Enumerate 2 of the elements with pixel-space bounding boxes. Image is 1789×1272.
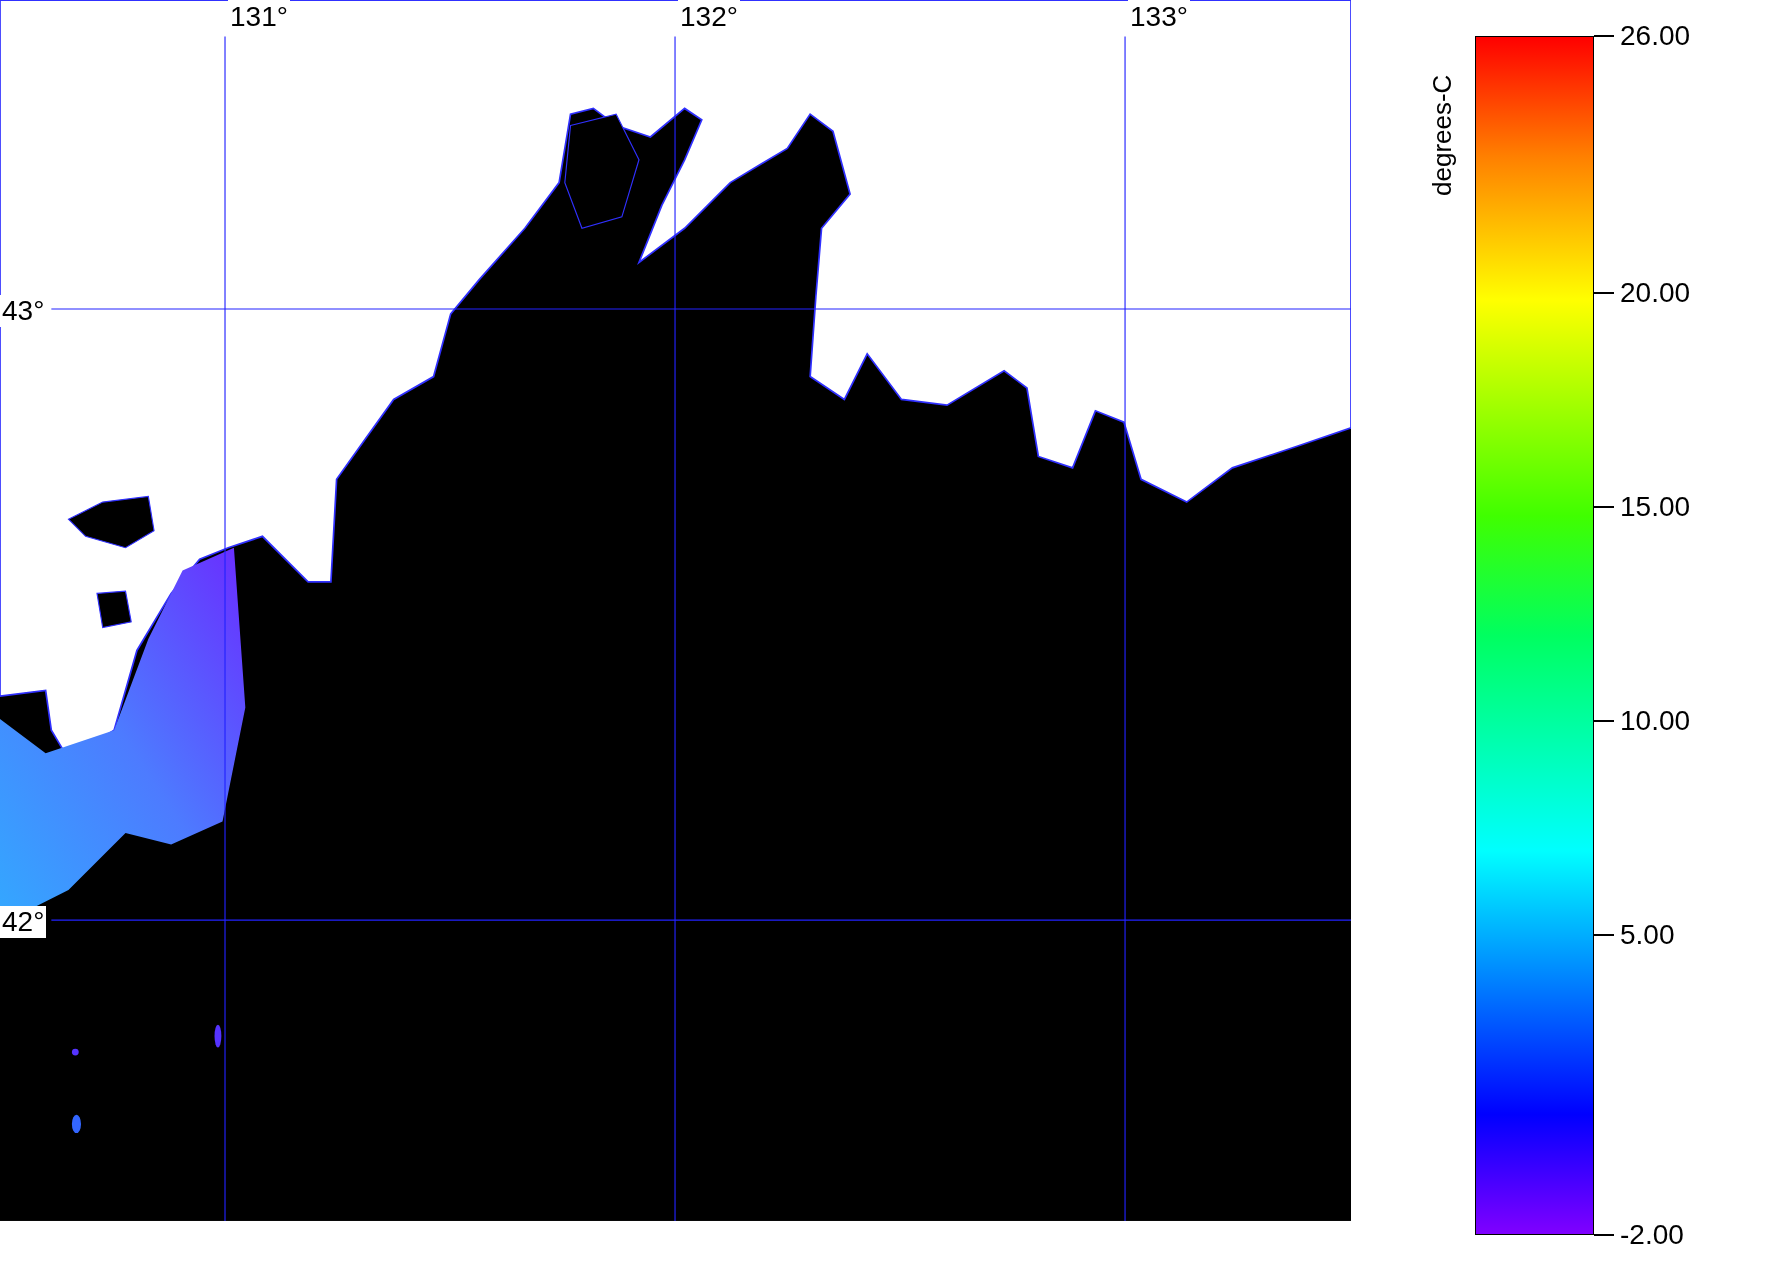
latitude-label: 42° — [0, 906, 47, 938]
colorbar-title: degrees-C — [1427, 73, 1458, 196]
